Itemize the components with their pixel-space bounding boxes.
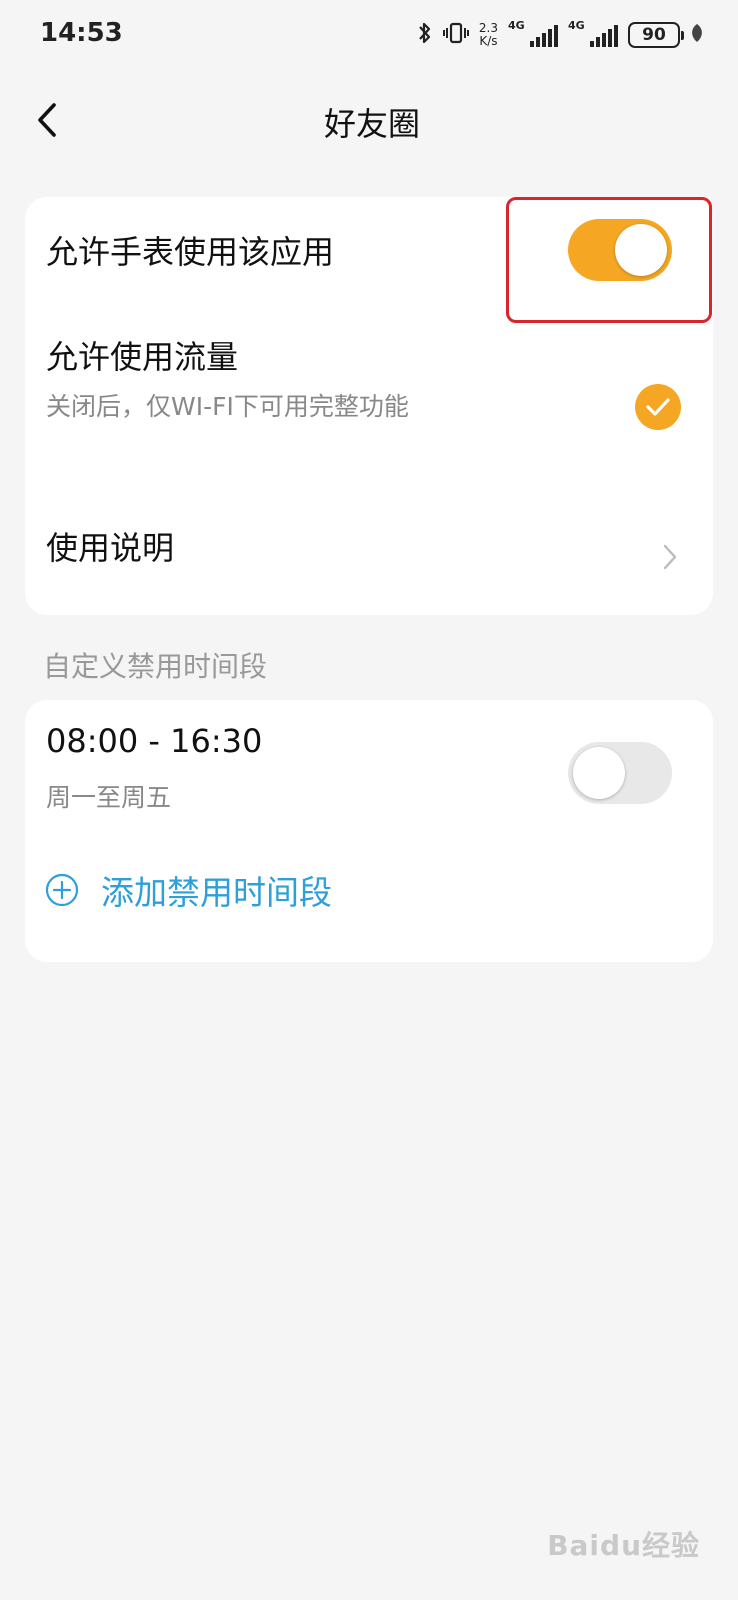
leaf-icon bbox=[690, 23, 704, 48]
allow-data-label: 允许使用流量 bbox=[46, 338, 239, 376]
network-speed: 2.3 K/s bbox=[479, 22, 498, 48]
status-bar: 14:53 2.3 K/s 4G 4G 90 bbox=[0, 0, 738, 70]
period-toggle[interactable] bbox=[568, 742, 672, 804]
instructions-item[interactable]: 使用说明 bbox=[46, 523, 174, 569]
page-title: 好友圈 bbox=[323, 105, 420, 143]
network-type-2: 4G bbox=[568, 19, 585, 32]
allow-data-description: 关闭后，仅WI-FI下可用完整功能 bbox=[46, 392, 409, 421]
network-type-1: 4G bbox=[508, 19, 525, 32]
battery-icon: 90 bbox=[628, 22, 684, 48]
signal-icon-2: 4G bbox=[568, 19, 618, 47]
highlight-box bbox=[506, 197, 712, 323]
signal-icon-1: 4G bbox=[508, 19, 558, 47]
nav-bar: 好友圈 bbox=[0, 85, 738, 155]
bluetooth-icon bbox=[417, 21, 433, 50]
disable-periods-card: 08:00 - 16:30 周一至周五 添加禁用时间段 bbox=[25, 700, 713, 962]
plus-circle-icon bbox=[45, 873, 79, 907]
vibrate-icon bbox=[442, 21, 469, 50]
status-icons: 2.3 K/s 4G 4G 90 bbox=[417, 18, 704, 52]
battery-level: 90 bbox=[642, 25, 666, 45]
status-time: 14:53 bbox=[40, 18, 123, 48]
add-period-label: 添加禁用时间段 bbox=[101, 873, 332, 912]
network-speed-unit: K/s bbox=[479, 34, 498, 48]
instructions-label: 使用说明 bbox=[46, 529, 175, 567]
check-icon bbox=[646, 398, 670, 416]
section-label: 自定义禁用时间段 bbox=[43, 650, 268, 683]
allow-data-checkbox[interactable] bbox=[635, 384, 681, 430]
chevron-right-icon[interactable] bbox=[655, 542, 685, 572]
baidu-watermark: Baidu经验 bbox=[547, 1529, 700, 1562]
toggle-knob bbox=[573, 747, 625, 799]
allow-watch-label: 允许手表使用该应用 bbox=[46, 233, 335, 271]
period-days: 周一至周五 bbox=[46, 783, 172, 812]
add-period-button[interactable]: 添加禁用时间段 bbox=[45, 860, 332, 920]
period-time-range: 08:00 - 16:30 bbox=[46, 722, 263, 760]
